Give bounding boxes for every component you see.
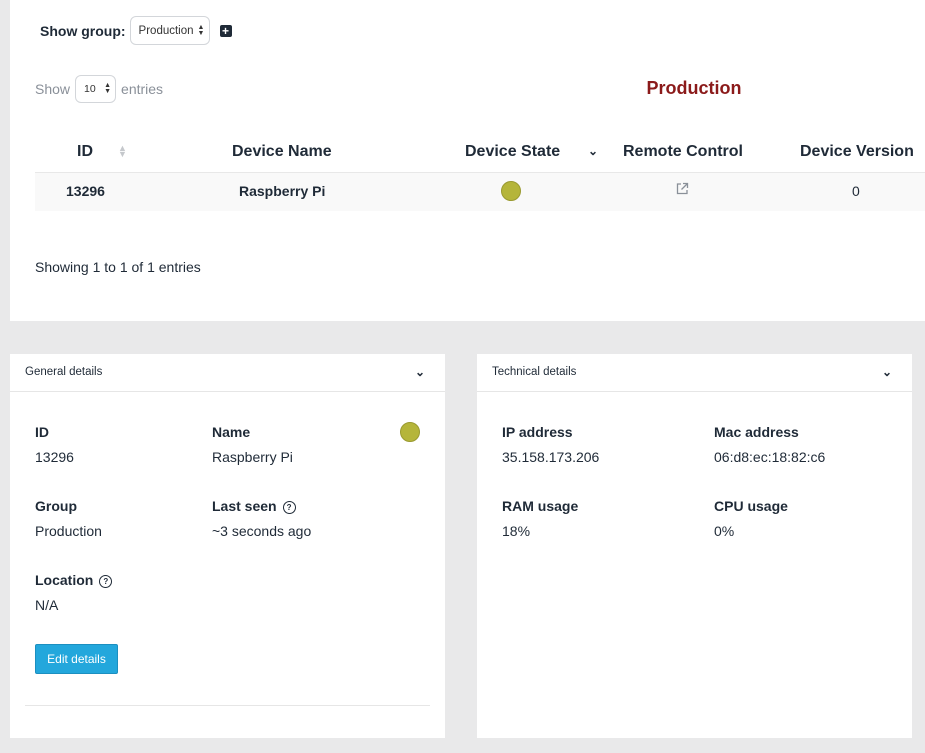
chevron-down-icon[interactable]: ⌄ bbox=[415, 365, 425, 379]
entries-select-value: 10 bbox=[84, 83, 96, 95]
mac-address-value: 06:d8:ec:18:82:c6 bbox=[714, 449, 826, 465]
technical-details-card: Technical details ⌄ IP address 35.158.17… bbox=[477, 354, 912, 738]
entries-prefix: Show bbox=[35, 81, 71, 97]
column-header-device-name[interactable]: Device Name bbox=[232, 143, 332, 161]
location-field-label: Location? bbox=[35, 572, 113, 588]
group-select-value: Production bbox=[138, 24, 194, 37]
group-value: Production bbox=[35, 523, 102, 539]
external-link-icon[interactable] bbox=[675, 182, 689, 201]
ram-usage-value: 18% bbox=[502, 523, 531, 539]
general-details-header[interactable]: General details ⌄ bbox=[10, 354, 445, 392]
show-group-label: Show group: bbox=[40, 22, 126, 39]
cpu-usage-value: 0% bbox=[714, 523, 735, 539]
column-header-remote-control[interactable]: Remote Control bbox=[623, 143, 743, 161]
mac-address-label: Mac address bbox=[714, 424, 799, 440]
edit-details-button[interactable]: Edit details bbox=[35, 644, 118, 674]
help-icon[interactable]: ? bbox=[282, 501, 296, 514]
table-info: Showing 1 to 1 of 1 entries bbox=[35, 259, 201, 275]
group-select[interactable]: Production ▲ ▼ bbox=[129, 16, 210, 45]
device-state-indicator bbox=[400, 422, 420, 442]
entries-length: Show 10 ▲ ▼ entries bbox=[35, 75, 163, 103]
location-label: Location bbox=[35, 572, 94, 588]
add-group-icon[interactable]: + bbox=[219, 24, 232, 37]
ip-address-value: 35.158.173.206 bbox=[502, 449, 600, 465]
last-seen-field-label: Last seen? bbox=[212, 498, 296, 514]
sort-icon[interactable]: ▲ ▼ bbox=[118, 144, 127, 159]
group-filter: Show group: Production ▲ ▼ + bbox=[40, 16, 232, 45]
group-label: Group bbox=[35, 498, 77, 514]
divider bbox=[25, 705, 430, 706]
devices-panel: Show group: Production ▲ ▼ + Show 10 ▲ ▼ e… bbox=[10, 0, 925, 321]
last-seen-value: ~3 seconds ago bbox=[212, 523, 312, 539]
ram-usage-label: RAM usage bbox=[502, 498, 579, 514]
column-header-device-state[interactable]: Device State bbox=[465, 143, 560, 161]
column-header-device-version[interactable]: Device Version bbox=[800, 143, 914, 161]
device-id: 13296 bbox=[66, 183, 105, 199]
card-title: Technical details bbox=[492, 366, 577, 378]
name-label: Name bbox=[212, 424, 251, 440]
help-icon[interactable]: ? bbox=[99, 575, 113, 588]
column-header-id[interactable]: ID bbox=[77, 143, 93, 161]
card-title: General details bbox=[25, 366, 103, 378]
device-name[interactable]: Raspberry Pi bbox=[239, 183, 325, 199]
last-seen-label: Last seen bbox=[212, 498, 277, 514]
entries-select[interactable]: 10 ▲ ▼ bbox=[75, 75, 117, 103]
id-label: ID bbox=[35, 424, 49, 440]
chevron-down-icon[interactable]: ⌄ bbox=[882, 365, 892, 379]
device-version: 0 bbox=[852, 183, 860, 199]
name-value: Raspberry Pi bbox=[212, 449, 293, 465]
table-title: Production bbox=[646, 78, 742, 98]
device-state-indicator bbox=[501, 181, 521, 201]
select-arrows-icon: ▲ ▼ bbox=[197, 23, 205, 37]
cpu-usage-label: CPU usage bbox=[714, 498, 788, 514]
entries-suffix: entries bbox=[121, 81, 164, 97]
select-arrows-icon: ▲ ▼ bbox=[104, 82, 112, 95]
location-value: N/A bbox=[35, 597, 59, 613]
table-header: ID ▲ ▼ Device Name Device State ⌄ Remote … bbox=[35, 134, 925, 174]
id-value: 13296 bbox=[35, 449, 74, 465]
ip-address-label: IP address bbox=[502, 424, 573, 440]
general-details-card: General details ⌄ ID 13296 Name Raspberr… bbox=[10, 354, 445, 738]
table-row[interactable]: 13296 Raspberry Pi 0 bbox=[35, 173, 925, 211]
technical-details-header[interactable]: Technical details ⌄ bbox=[477, 354, 912, 392]
chevron-down-icon[interactable]: ⌄ bbox=[588, 144, 598, 158]
